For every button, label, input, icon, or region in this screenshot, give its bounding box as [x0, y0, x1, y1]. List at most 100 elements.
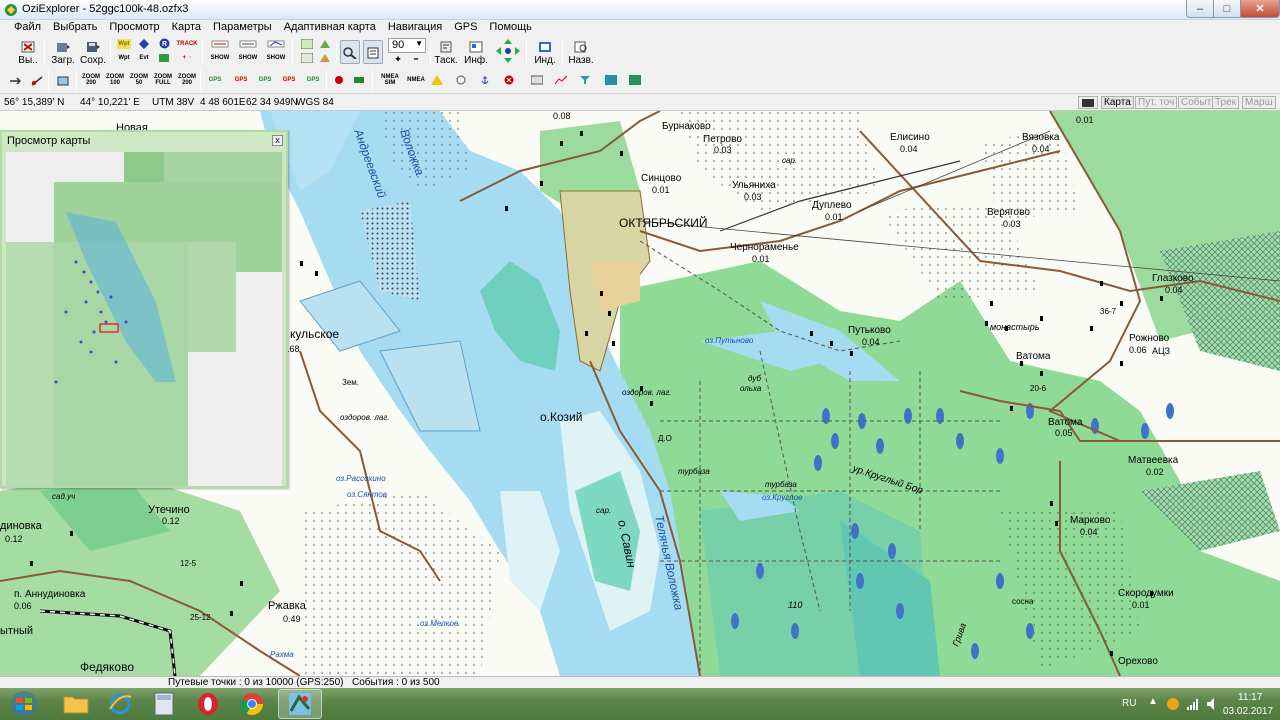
- center-map-icon[interactable]: [454, 75, 468, 85]
- overview-map[interactable]: [6, 152, 282, 486]
- track-profile-icon[interactable]: [554, 75, 568, 85]
- map-grid-button-2[interactable]: [300, 53, 314, 63]
- overview-close-button[interactable]: x: [272, 135, 283, 146]
- menu-view[interactable]: Просмотр: [103, 20, 165, 36]
- exit-button[interactable]: Вы..: [16, 38, 40, 66]
- task-button[interactable]: Таск.: [433, 38, 459, 66]
- zoom-100-button[interactable]: ZOOM 100: [106, 74, 124, 86]
- minimize-button[interactable]: –: [1186, 0, 1214, 18]
- waypoint-list-icon[interactable]: [530, 75, 544, 85]
- taskbar-oziexplorer[interactable]: [278, 689, 322, 719]
- clock-date[interactable]: 03.02.2017: [1223, 706, 1273, 717]
- gps-button-1[interactable]: GPS: [208, 75, 222, 85]
- measure-tool-icon[interactable]: [30, 76, 44, 86]
- zoom-50-button[interactable]: ZOOM 50: [130, 74, 148, 86]
- maximize-button[interactable]: □: [1213, 0, 1241, 18]
- tab-waypoints[interactable]: Пут. точ: [1135, 96, 1178, 109]
- map-label: 0.06: [14, 601, 32, 611]
- name-button[interactable]: Назв.: [567, 38, 595, 66]
- show-label[interactable]: SHOW: [266, 53, 286, 63]
- screenshot-button[interactable]: [1078, 96, 1098, 109]
- easting-readout: 4 48 601E: [200, 97, 246, 108]
- map-label: Ватома: [1016, 351, 1051, 362]
- nmea-sim-button[interactable]: NMEA SIM: [380, 74, 400, 86]
- tray-expand-icon[interactable]: ▲: [1148, 696, 1158, 707]
- event-button[interactable]: Evt: [137, 53, 151, 63]
- volume-icon[interactable]: [1206, 697, 1220, 711]
- taskbar-ie[interactable]: [98, 689, 142, 719]
- zoom-tool-button[interactable]: [340, 40, 360, 64]
- tray-app-icon[interactable]: [1166, 697, 1180, 711]
- menu-map[interactable]: Карта: [166, 20, 207, 36]
- taskbar-opera[interactable]: [186, 689, 230, 719]
- index-button[interactable]: Инд.: [532, 38, 558, 66]
- menu-settings[interactable]: Параметры: [207, 20, 278, 36]
- taskbar-chrome[interactable]: [230, 689, 274, 719]
- pan-arrows-button[interactable]: [494, 38, 522, 64]
- zoom-200-alt-button[interactable]: ZOOM 200: [178, 74, 196, 86]
- event-icon[interactable]: [137, 39, 151, 49]
- info-button[interactable]: Инф.: [463, 38, 489, 66]
- gps-button-2[interactable]: GPS: [234, 75, 248, 85]
- taskbar-explorer[interactable]: [54, 689, 98, 719]
- gps-button-4[interactable]: GPS: [282, 75, 296, 85]
- zoom-out-icon[interactable]: ━: [410, 55, 422, 65]
- map-layer-button-2[interactable]: [318, 53, 332, 63]
- map-export-icon[interactable]: [604, 75, 618, 85]
- menu-adaptive-map[interactable]: Адаптивная карта: [278, 20, 382, 36]
- start-button[interactable]: [4, 689, 44, 719]
- gps-button-5[interactable]: GPS: [306, 75, 320, 85]
- gps-tool-button[interactable]: [332, 75, 346, 85]
- taskbar-calculator[interactable]: [142, 689, 186, 719]
- name-search-icon: [574, 41, 587, 53]
- pointer-tool-icon[interactable]: [8, 76, 22, 86]
- menu-help[interactable]: Помощь: [483, 20, 538, 36]
- route-icon[interactable]: R: [157, 38, 171, 48]
- map-import-icon[interactable]: [628, 75, 642, 85]
- moving-map-icon[interactable]: [430, 75, 444, 85]
- show-label[interactable]: SHOW: [238, 53, 258, 63]
- gps-tool-button-2[interactable]: [352, 75, 366, 85]
- map-window-icon[interactable]: [56, 76, 70, 86]
- map-overview-window[interactable]: Просмотр карты x: [0, 130, 288, 488]
- zoom-full-button[interactable]: ZOOM FULL: [154, 74, 172, 86]
- tab-routes[interactable]: Марш: [1242, 96, 1276, 109]
- menu-navigation[interactable]: Навигация: [382, 20, 448, 36]
- exit-icon: [21, 41, 35, 53]
- menu-file[interactable]: Файл: [8, 20, 47, 36]
- menu-gps[interactable]: GPS: [448, 20, 483, 36]
- toolbar-separator: [202, 40, 203, 64]
- waypoint-list-button[interactable]: Wpt: [117, 53, 131, 63]
- network-icon[interactable]: [1186, 697, 1200, 711]
- filter-icon[interactable]: [578, 75, 592, 85]
- zoom-200-button[interactable]: ZOOM 200: [82, 74, 100, 86]
- waypoint-button[interactable]: Wpt: [117, 39, 131, 49]
- show-routes-button[interactable]: [266, 39, 286, 49]
- anchor-icon[interactable]: [478, 75, 492, 85]
- tab-map[interactable]: Карта: [1101, 96, 1134, 109]
- gps-button-3[interactable]: GPS: [258, 75, 272, 85]
- track-tools[interactable]: + ◦: [176, 53, 198, 63]
- language-indicator[interactable]: RU: [1122, 698, 1136, 709]
- show-events-button[interactable]: [238, 39, 258, 49]
- map-layer-button[interactable]: [318, 39, 332, 49]
- route-add-button[interactable]: [157, 53, 171, 63]
- map-label: 0.01: [752, 254, 770, 264]
- zoom-in-icon[interactable]: ✚: [392, 55, 404, 65]
- stop-icon[interactable]: [502, 75, 516, 85]
- show-waypoints-button[interactable]: [210, 39, 230, 49]
- zoom-level-select[interactable]: 90 ▼: [388, 38, 426, 53]
- load-button[interactable]: Загр.: [50, 38, 76, 66]
- map-grid-button[interactable]: [300, 39, 314, 49]
- track-button[interactable]: TRACK: [176, 39, 198, 49]
- tab-tracks[interactable]: Трек: [1212, 96, 1240, 109]
- move-map-button[interactable]: [363, 40, 383, 64]
- close-button[interactable]: ✕: [1240, 0, 1280, 18]
- save-button[interactable]: Сохр.: [80, 38, 106, 66]
- menu-select[interactable]: Выбрать: [47, 20, 103, 36]
- nmea-button[interactable]: NMEA: [406, 75, 426, 85]
- show-label[interactable]: SHOW: [210, 53, 230, 63]
- load-icon: [57, 43, 70, 52]
- clock-time[interactable]: 11:17: [1238, 692, 1262, 703]
- tab-events[interactable]: Событ: [1178, 96, 1215, 109]
